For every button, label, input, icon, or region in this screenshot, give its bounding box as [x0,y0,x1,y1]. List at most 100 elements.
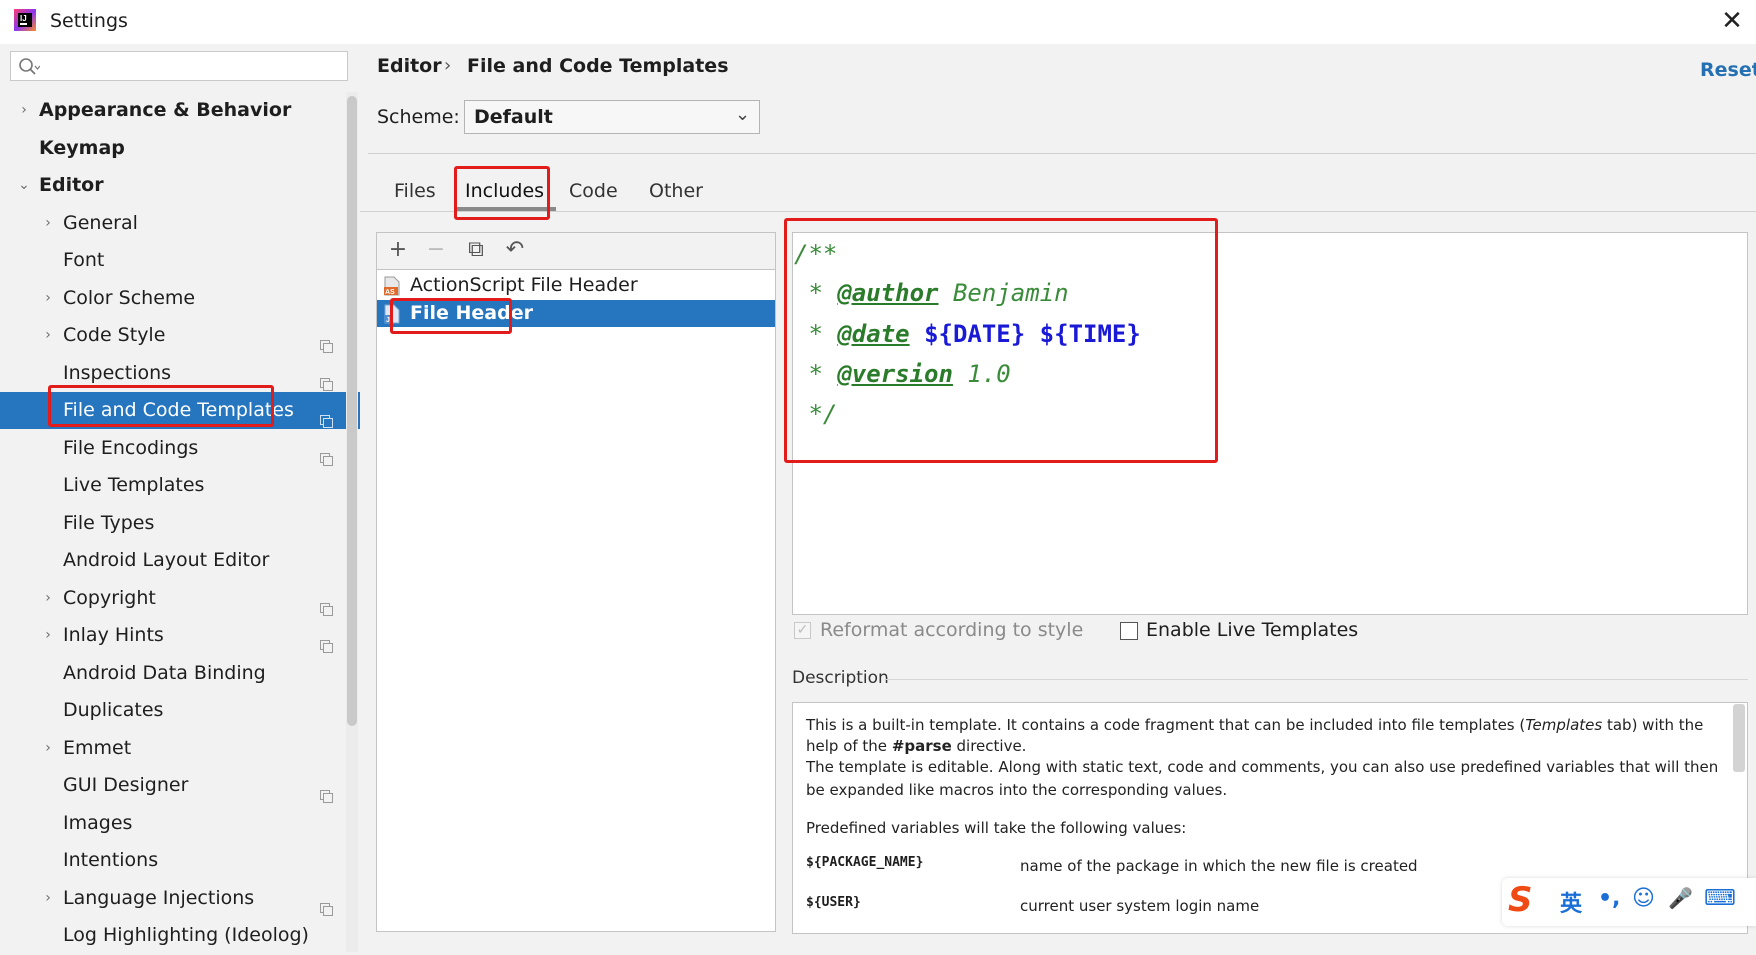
as-file-icon: AS [383,276,401,296]
divider [886,679,1748,680]
remove-icon[interactable]: − [422,236,450,264]
search-icon [18,57,41,77]
reformat-checkbox[interactable]: ✓ [794,622,811,639]
tab-code[interactable]: Code [569,180,618,202]
sidebar-item-label: Code Style [63,324,166,346]
sidebar-item-editor[interactable]: ⌄ Editor [0,167,360,204]
breadcrumb-editor[interactable]: Editor [377,55,442,77]
sidebar-item-emmet[interactable]: › Emmet [0,730,360,767]
window-title: Settings [50,10,128,32]
sidebar-item-color-scheme[interactable]: › Color Scheme [0,280,360,317]
sidebar-item-label: Log Highlighting (Ideolog) [63,924,309,946]
intellij-app-icon: IJ [14,9,36,31]
add-icon[interactable]: + [384,236,412,264]
sidebar-item-label: Keymap [39,137,125,159]
sidebar-item-gui-designer[interactable]: GUI Designer [0,767,360,804]
sidebar-item-language-injections[interactable]: › Language Injections [0,880,360,917]
tab-other[interactable]: Other [649,180,703,202]
sidebar-item-label: Images [63,812,133,834]
chevron-right-icon[interactable]: › [40,617,56,654]
sidebar-item-file-types[interactable]: File Types [0,505,360,542]
sidebar-item-font[interactable]: Font [0,242,360,279]
reset-link[interactable]: Reset [1700,59,1756,81]
project-scope-icon [320,329,333,353]
ime-keyboard-icon[interactable]: ⌨ [1704,886,1736,911]
variable-name: ${PACKAGE_NAME} [806,855,924,870]
variable-description: name of the package in which the new fil… [1020,857,1418,875]
sidebar-item-android-data-binding[interactable]: Android Data Binding [0,655,360,692]
sidebar-item-appearance-behavior[interactable]: › Appearance & Behavior [0,92,360,129]
project-scope-icon [320,892,333,916]
sogou-logo-icon[interactable]: S [1508,880,1533,920]
chevron-right-icon[interactable]: › [16,92,32,129]
variable-name: ${USER} [806,895,861,910]
description-line-3: The template is editable. Along with sta… [806,758,1719,776]
svg-text:IJ: IJ [20,14,27,23]
sidebar-item-android-layout-editor[interactable]: Android Layout Editor [0,542,360,579]
project-scope-icon [320,442,333,466]
sidebar-item-duplicates[interactable]: Duplicates [0,692,360,729]
chevron-right-icon[interactable]: › [40,880,56,917]
sidebar-item-inlay-hints[interactable]: › Inlay Hints [0,617,360,654]
chevron-down-icon: ⌄ [735,104,751,125]
description-line-2: help of the #parse directive. [806,737,1027,755]
template-item-actionscript-file-header[interactable]: AS ActionScript File Header [377,272,775,299]
chevron-right-icon[interactable]: › [40,280,56,317]
tab-files[interactable]: Files [394,180,436,202]
description-title: Description [792,668,889,688]
search-input[interactable] [10,51,348,81]
description-scrollbar[interactable] [1733,704,1745,772]
ime-punctuation-icon[interactable]: •, [1598,886,1620,911]
sidebar-item-label: Emmet [63,737,132,759]
project-scope-icon [320,629,333,653]
copy-icon[interactable]: ⧉ [462,236,490,264]
description-line-5: Predefined variables will take the follo… [806,819,1187,837]
project-scope-icon [320,404,333,428]
chevron-down-icon[interactable]: ⌄ [16,167,32,204]
chevron-right-icon[interactable]: › [40,317,56,354]
sidebar-item-label: Duplicates [63,699,164,721]
sidebar-item-code-style[interactable]: › Code Style [0,317,360,354]
enable-live-templates-label: Enable Live Templates [1146,619,1359,641]
title-bar [0,0,1756,44]
ime-language-toggle[interactable]: 英 [1560,886,1582,918]
ime-emoji-icon[interactable]: ☺ [1632,886,1655,911]
page-title: File and Code Templates [467,55,729,77]
sidebar-item-label: Intentions [63,849,159,871]
sidebar-item-log-highlighting-ideolog[interactable]: Log Highlighting (Ideolog) [0,917,360,954]
chevron-right-icon[interactable]: › [40,205,56,242]
project-scope-icon [320,367,333,391]
sidebar-item-label: Color Scheme [63,287,196,309]
project-scope-icon [320,779,333,803]
sidebar-item-copyright[interactable]: › Copyright [0,580,360,617]
sidebar-item-label: Android Layout Editor [63,549,270,571]
scheme-label: Scheme: [377,106,460,128]
highlight-box [454,166,550,220]
sidebar-item-intentions[interactable]: Intentions [0,842,360,879]
sidebar-item-label: File Encodings [63,437,199,459]
sidebar-scrollbar[interactable] [347,96,357,726]
ime-mic-icon[interactable]: 🎤 [1668,886,1693,910]
chevron-right-icon[interactable]: › [40,730,56,767]
sidebar-item-label: Copyright [63,587,156,609]
sidebar-item-images[interactable]: Images [0,805,360,842]
sidebar-item-label: Language Injections [63,887,255,909]
sidebar-item-file-encodings[interactable]: File Encodings [0,430,360,467]
description-line-4: be expanded like macros into the corresp… [806,781,1228,799]
sidebar-item-label: Editor [39,174,104,196]
enable-live-templates-checkbox[interactable] [1120,622,1138,640]
sidebar-item-live-templates[interactable]: Live Templates [0,467,360,504]
description-line-1: This is a built-in template. It contains… [806,716,1704,734]
sidebar-item-label: Appearance & Behavior [39,99,292,121]
divider [368,153,1756,154]
sidebar-item-general[interactable]: › General [0,205,360,242]
breadcrumb-separator: › [444,55,452,76]
sidebar-item-label: File Types [63,512,155,534]
project-scope-icon [320,592,333,616]
reset-icon[interactable]: ↶ [501,236,529,264]
sidebar-item-label: Inlay Hints [63,624,164,646]
sidebar-item-label: GUI Designer [63,774,189,796]
sidebar-item-keymap[interactable]: Keymap [0,130,360,167]
chevron-right-icon[interactable]: › [40,580,56,617]
close-icon[interactable]: ✕ [1718,6,1746,36]
